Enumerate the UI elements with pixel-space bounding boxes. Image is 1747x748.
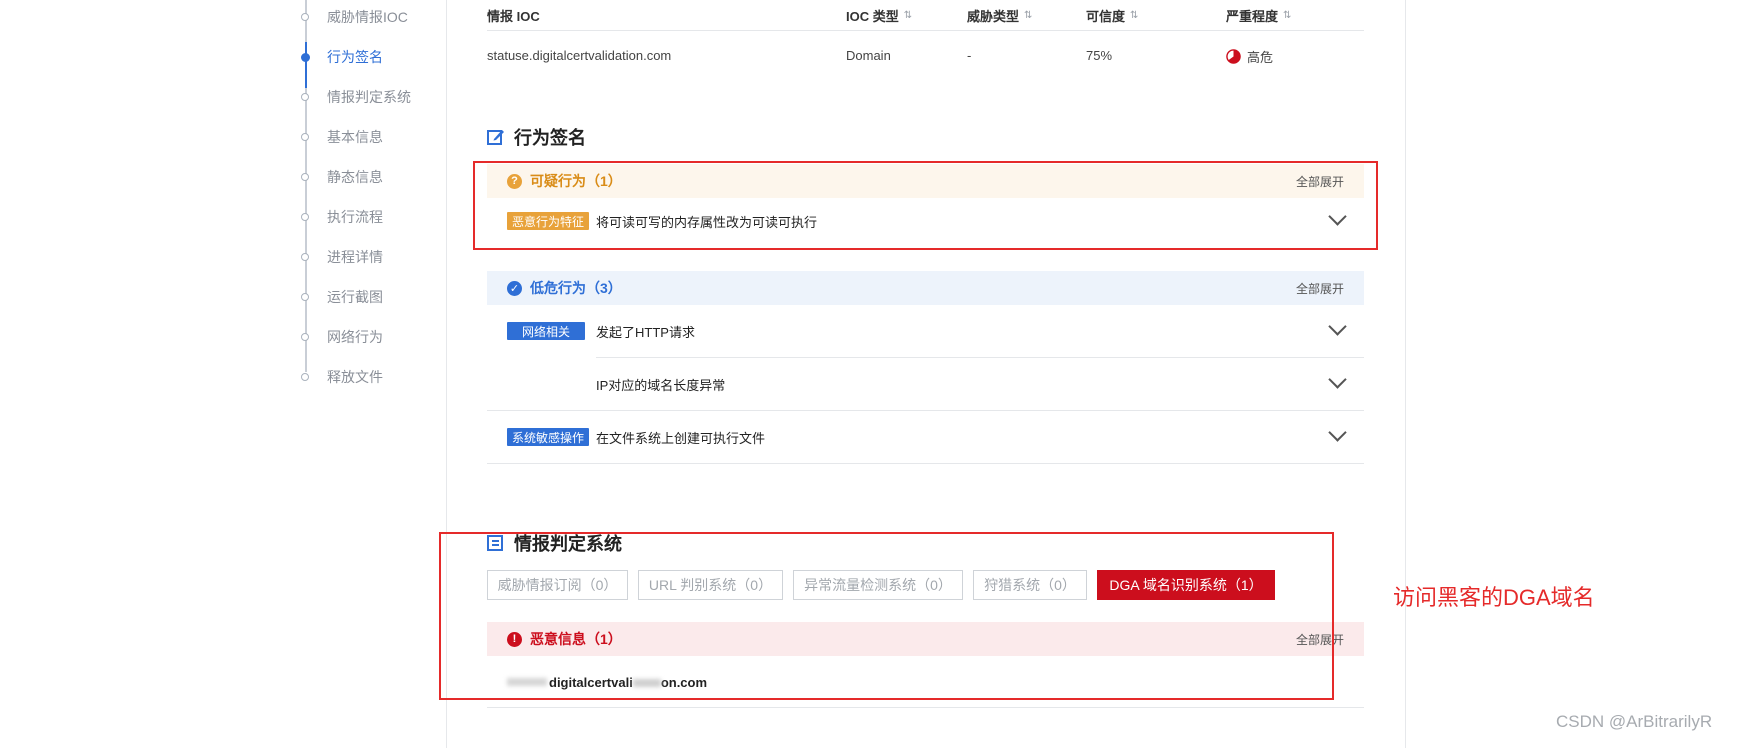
nav-dot — [301, 213, 309, 221]
sort-icon[interactable]: ⇅ — [1130, 10, 1138, 21]
nav-label: 执行流程 — [327, 209, 383, 225]
nav-item-intel-system[interactable]: 情报判定系统 — [300, 86, 411, 108]
nav-item-exec-flow[interactable]: 执行流程 — [300, 206, 383, 228]
nav-label: 进程详情 — [327, 249, 383, 265]
nav-item-dropped-files[interactable]: 释放文件 — [300, 366, 383, 388]
nav-dot — [301, 133, 309, 141]
highlight-box — [439, 532, 1334, 700]
nav-label: 网络行为 — [327, 329, 383, 345]
divider — [487, 30, 1364, 31]
divider — [487, 410, 1364, 411]
nav-label: 静态信息 — [327, 169, 383, 185]
confidence-value: 75% — [1086, 48, 1113, 63]
nav-dot — [301, 52, 310, 62]
behavior-text: IP对应的域名长度异常 — [596, 377, 726, 393]
behavior-text: 发起了HTTP请求 — [596, 324, 695, 340]
nav-item-static-info[interactable]: 静态信息 — [300, 166, 383, 188]
threat-type-value: - — [967, 48, 972, 63]
behavior-row[interactable]: 网络相关 发起了HTTP请求 — [487, 308, 1364, 354]
header-label: 情报 IOC — [487, 9, 540, 24]
nav-label: 基本信息 — [327, 129, 383, 145]
severity-value: 高危 — [1247, 50, 1274, 65]
type-column-header[interactable]: IOC 类型 ⇅ — [846, 6, 912, 25]
chevron-down-icon[interactable] — [1328, 317, 1347, 336]
sort-icon[interactable]: ⇅ — [1024, 10, 1032, 21]
severity-pie-icon — [1226, 49, 1241, 64]
nav-label: 行为签名 — [327, 49, 383, 65]
nav-dot — [301, 293, 309, 301]
nav-item-basic-info[interactable]: 基本信息 — [300, 126, 383, 148]
nav-label: 运行截图 — [327, 289, 383, 305]
nav-item-threat-ioc[interactable]: 威胁情报IOC — [300, 6, 408, 28]
behavior-section-title: 行为签名 — [487, 124, 586, 150]
nav-dot — [301, 253, 309, 261]
divider — [487, 463, 1364, 464]
divider — [596, 357, 1364, 358]
nav-dot — [301, 93, 309, 101]
expand-all-button[interactable]: 全部展开 — [1296, 280, 1344, 297]
chevron-down-icon[interactable] — [1328, 370, 1347, 389]
nav-label: 释放文件 — [327, 369, 383, 385]
ioc-column-header: 情报 IOC — [487, 6, 540, 25]
section-title-text: 行为签名 — [514, 128, 586, 148]
edit-icon — [487, 130, 504, 145]
annotation-text: 访问黑客的DGA域名 — [1393, 585, 1595, 610]
severity-cell: 高危 — [1226, 47, 1273, 66]
network-tag: 网络相关 — [507, 322, 586, 340]
header-label: IOC 类型 — [846, 9, 899, 24]
highlight-box — [473, 161, 1378, 250]
chevron-down-icon[interactable] — [1328, 423, 1347, 442]
check-icon: ✓ — [507, 280, 522, 296]
nav-dot — [301, 13, 309, 21]
sort-icon[interactable]: ⇅ — [904, 10, 912, 21]
nav-dot — [301, 333, 309, 341]
threat-column-header[interactable]: 威胁类型 ⇅ — [967, 6, 1032, 25]
confidence-column-header[interactable]: 可信度 ⇅ — [1086, 6, 1138, 25]
header-label: 严重程度 — [1226, 9, 1279, 24]
nav-dot — [301, 173, 309, 181]
sensitive-op-tag: 系统敏感操作 — [507, 428, 590, 446]
nav-item-network[interactable]: 网络行为 — [300, 326, 383, 348]
severity-column-header[interactable]: 严重程度 ⇅ — [1226, 6, 1291, 25]
nav-item-behavior[interactable]: 行为签名 — [300, 46, 383, 68]
behavior-row[interactable]: IP对应的域名长度异常 — [487, 361, 1364, 407]
nav-label: 威胁情报IOC — [327, 9, 408, 25]
low-risk-group-header: ✓ 低危行为（3） 全部展开 — [487, 271, 1364, 305]
behavior-row[interactable]: 系统敏感操作 在文件系统上创建可执行文件 — [487, 414, 1364, 460]
nav-dot — [301, 373, 309, 381]
ioc-value: statuse.digitalcertvalidation.com — [487, 48, 672, 63]
ioc-type-value: Domain — [846, 48, 891, 63]
nav-label: 情报判定系统 — [327, 89, 411, 105]
nav-item-screenshots[interactable]: 运行截图 — [300, 286, 383, 308]
nav-item-process-detail[interactable]: 进程详情 — [300, 246, 383, 268]
watermark: CSDN @ArBitrarilyR — [1556, 712, 1713, 731]
behavior-text: 在文件系统上创建可执行文件 — [596, 430, 766, 446]
sort-icon[interactable]: ⇅ — [1283, 10, 1291, 21]
divider — [487, 707, 1364, 708]
group-title: 低危行为（3） — [530, 280, 622, 296]
header-label: 威胁类型 — [967, 9, 1020, 24]
header-label: 可信度 — [1086, 9, 1126, 24]
